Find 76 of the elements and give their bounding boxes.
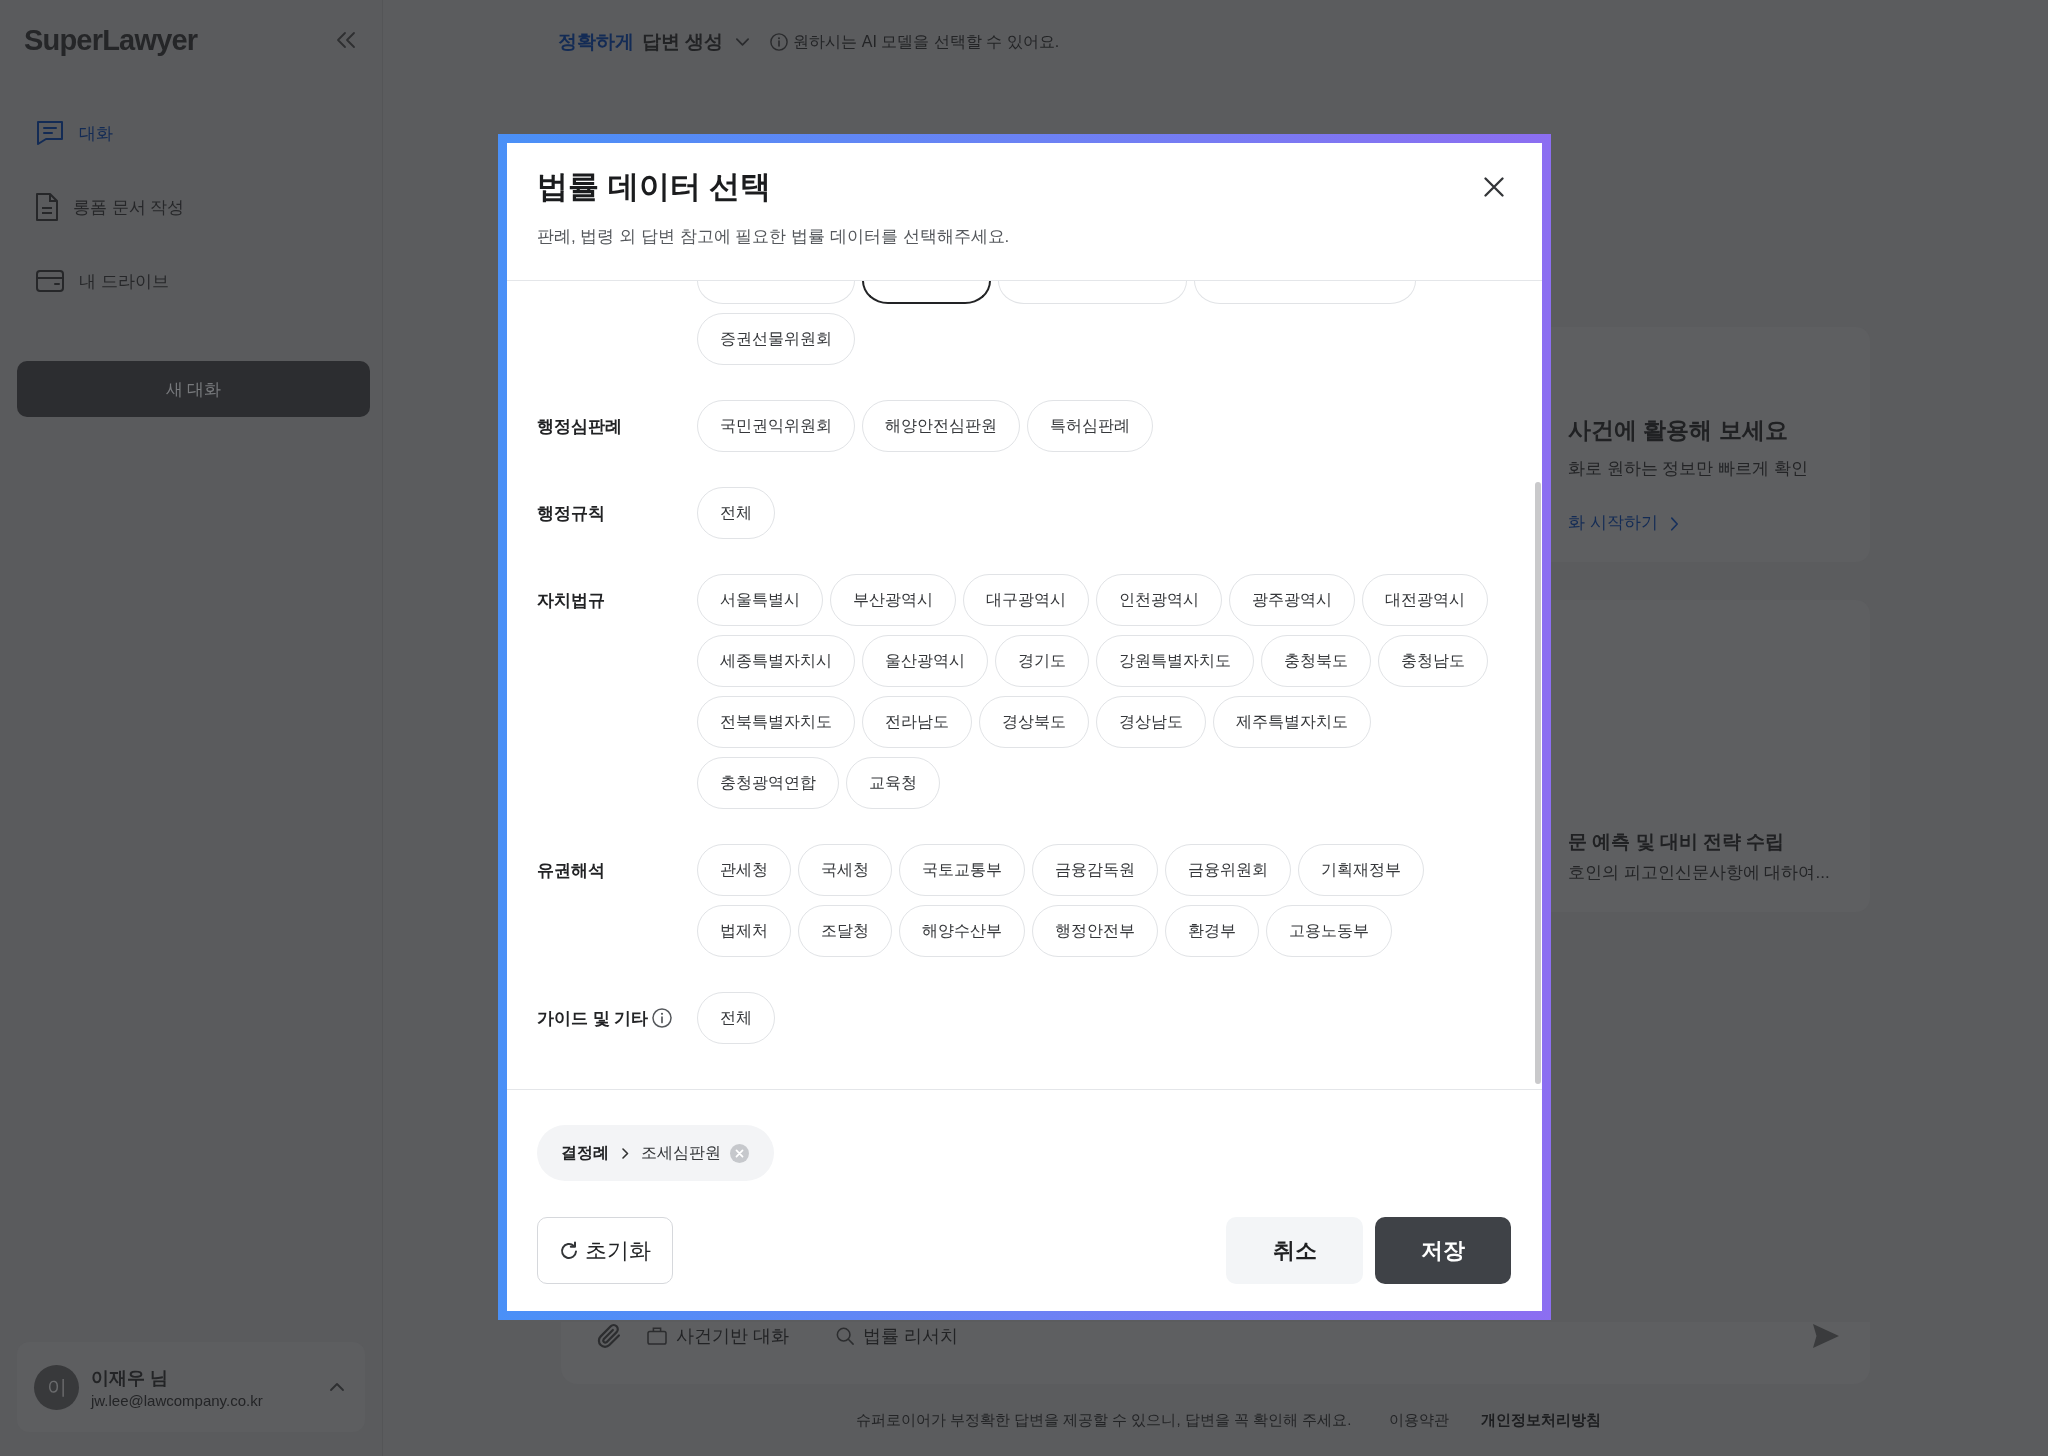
filter-chip[interactable]: 특허심판례: [1027, 400, 1153, 452]
filter-chip[interactable]: 고용노동부: [1266, 905, 1392, 957]
chevron-right-icon: [621, 1147, 629, 1159]
document-icon: [36, 193, 58, 221]
filter-chip[interactable]: 경기도: [995, 635, 1089, 687]
disclaimer-text: 슈퍼로이어가 부정확한 답변을 제공할 수 있으니, 답변을 꼭 확인해 주세요.: [855, 1410, 1352, 1430]
modal-title: 법률 데이터 선택: [537, 168, 773, 206]
category-label: 행정규칙: [537, 502, 605, 525]
chevron-up-icon[interactable]: [329, 1382, 345, 1392]
filter-chip[interactable]: 국세청: [798, 844, 892, 896]
filter-chip[interactable]: 제주특별자치도: [1213, 696, 1371, 748]
filter-chip[interactable]: 강원특별자치도: [1096, 635, 1254, 687]
filter-chip[interactable]: 국토교통부: [899, 844, 1025, 896]
filter-chip[interactable]: 인천광역시: [1096, 574, 1222, 626]
scrollbar[interactable]: [1535, 482, 1541, 1084]
filter-chip[interactable]: 충청북도: [1261, 635, 1371, 687]
chevron-down-icon: [735, 37, 751, 47]
modal-subtitle: 판례, 법령 외 답변 참고에 필요한 법률 데이터를 선택해주세요.: [537, 226, 1010, 248]
cancel-button[interactable]: 취소: [1226, 1217, 1363, 1284]
filter-chip[interactable]: [862, 281, 991, 304]
refresh-icon: [559, 1240, 579, 1261]
filter-chip[interactable]: 조달청: [798, 905, 892, 957]
close-icon[interactable]: [1484, 177, 1504, 197]
filter-chip[interactable]: 환경부: [1165, 905, 1259, 957]
card-title: 문 예측 및 대비 전략 수립: [1568, 830, 1785, 854]
filter-chip[interactable]: 부산광역시: [830, 574, 956, 626]
filter-group-label: 결정례: [561, 1142, 609, 1163]
filter-chip[interactable]: 금융감독원: [1032, 844, 1158, 896]
filter-chip[interactable]: 기획재정부: [1298, 844, 1424, 896]
category-label: 자치법규: [537, 589, 605, 612]
filter-chip[interactable]: 경상남도: [1096, 696, 1206, 748]
chat-icon: [36, 120, 64, 146]
filter-item-label: 조세심판원: [641, 1142, 721, 1163]
credit-card-icon: [36, 270, 64, 292]
filter-chip[interactable]: 관세청: [697, 844, 791, 896]
briefcase-icon: [647, 1327, 667, 1345]
filter-chip[interactable]: 충청남도: [1378, 635, 1488, 687]
filter-chip[interactable]: 서울특별시: [697, 574, 823, 626]
filter-chip[interactable]: 해양안전심판원: [862, 400, 1020, 452]
filter-chip[interactable]: 전북특별자치도: [697, 696, 855, 748]
save-button[interactable]: 저장: [1375, 1217, 1511, 1284]
filter-chip[interactable]: 국민권익위원회: [697, 400, 855, 452]
filter-chip[interactable]: 교육청: [846, 757, 940, 809]
collapse-icon[interactable]: [336, 31, 356, 49]
reset-button[interactable]: 초기화: [537, 1217, 673, 1284]
info-icon: [770, 33, 789, 51]
send-icon[interactable]: [1812, 1323, 1840, 1349]
card-text: 화로 원하는 정보만 빠르게 확인: [1568, 458, 1808, 480]
info-icon[interactable]: [652, 1008, 673, 1028]
filter-chip[interactable]: 법제처: [697, 905, 791, 957]
filter-chip[interactable]: 대전광역시: [1362, 574, 1488, 626]
filter-chip[interactable]: 경상북도: [979, 696, 1089, 748]
filter-chip[interactable]: 울산광역시: [862, 635, 988, 687]
filter-chip[interactable]: 광주광역시: [1229, 574, 1355, 626]
card-title: 사건에 활용해 보세요: [1568, 416, 1788, 445]
remove-icon[interactable]: [730, 1143, 749, 1163]
filter-chip[interactable]: 세종특별자치시: [697, 635, 855, 687]
search-icon: [836, 1327, 854, 1345]
filter-chip[interactable]: 해양수산부: [899, 905, 1025, 957]
category-label: 가이드 및 기타: [537, 1007, 649, 1030]
filter-chip[interactable]: 충청광역연합: [697, 757, 839, 809]
filter-chip[interactable]: 증권선물위원회: [697, 313, 855, 365]
user-email: jw.lee@lawcompany.co.kr: [91, 1391, 264, 1409]
category-label: 유권해석: [537, 859, 605, 882]
card-text: 호인의 피고인신문사항에 대하여...: [1568, 862, 1830, 884]
filter-chip[interactable]: 전라남도: [862, 696, 972, 748]
filter-chip[interactable]: 전체: [697, 487, 775, 539]
filter-chip[interactable]: 대구광역시: [963, 574, 1089, 626]
category-label: 행정심판례: [537, 415, 622, 438]
filter-chip[interactable]: 전체: [697, 992, 775, 1044]
user-name: 이재우 님: [91, 1366, 169, 1390]
filter-chip[interactable]: 행정안전부: [1032, 905, 1158, 957]
filter-chip[interactable]: 금융위원회: [1165, 844, 1291, 896]
paperclip-icon[interactable]: [595, 1322, 623, 1350]
chevron-right-icon: [1669, 515, 1679, 531]
hint-text: 원하시는 AI 모델을 선택할 수 있어요.: [793, 31, 1060, 52]
